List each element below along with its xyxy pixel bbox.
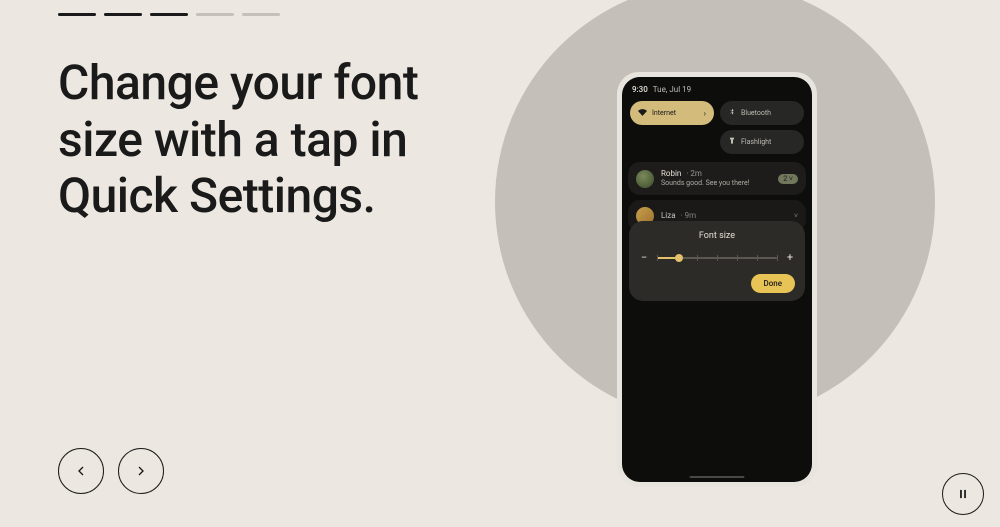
notification-time: 9m	[685, 211, 697, 220]
flashlight-icon	[728, 137, 736, 147]
notification-badge: 2 ˅	[778, 174, 798, 184]
bluetooth-icon	[728, 108, 736, 118]
heading-line: size with a tap in	[58, 111, 407, 168]
progress-segment	[196, 13, 234, 16]
chevron-down-icon: ˅	[794, 212, 798, 220]
status-date: Tue, Jul 19	[653, 85, 691, 94]
slider-thumb[interactable]	[675, 254, 683, 262]
notification-card[interactable]: Robin · 2m Sounds good. See you there! 2…	[628, 162, 806, 195]
increase-button[interactable]: +	[785, 251, 795, 264]
carousel-nav	[58, 448, 164, 494]
progress-segment	[150, 13, 188, 16]
chevron-right-icon: ›	[704, 109, 706, 118]
notification-body: Sounds good. See you there!	[661, 179, 771, 188]
qs-tile-label: Bluetooth	[741, 109, 771, 117]
home-indicator[interactable]	[690, 476, 745, 478]
wifi-icon	[638, 108, 647, 119]
page-heading: Change your font size with a tap in Quic…	[58, 55, 418, 225]
font-size-slider-row: − +	[639, 251, 795, 264]
progress-segment	[58, 13, 96, 16]
pause-icon	[956, 487, 970, 501]
next-button[interactable]	[118, 448, 164, 494]
qs-tile-internet[interactable]: Internet ›	[630, 101, 714, 125]
font-size-dialog: Font size − + Done	[629, 221, 805, 301]
dialog-title: Font size	[639, 231, 795, 241]
decrease-button[interactable]: −	[639, 251, 649, 264]
pause-button[interactable]	[942, 473, 984, 515]
notification-sender: Robin	[661, 169, 681, 178]
progress-segment	[104, 13, 142, 16]
notification-sender: Liza	[661, 211, 676, 220]
heading-line: Quick Settings.	[58, 167, 375, 224]
progress-segment	[242, 13, 280, 16]
chevron-left-icon	[73, 463, 89, 479]
notification-text: Robin · 2m Sounds good. See you there!	[661, 169, 771, 188]
phone-screen: 9:30 Tue, Jul 19 Internet › Bluetoo	[622, 77, 812, 482]
quick-settings-row: Internet › Bluetooth Flashlight	[622, 98, 812, 157]
chevron-right-icon	[133, 463, 149, 479]
avatar	[636, 170, 654, 188]
phone-frame: 9:30 Tue, Jul 19 Internet › Bluetoo	[617, 72, 817, 487]
progress-bar	[58, 13, 280, 16]
font-size-slider[interactable]	[657, 257, 777, 259]
notification-time: 2m	[690, 169, 702, 178]
prev-button[interactable]	[58, 448, 104, 494]
done-button[interactable]: Done	[751, 274, 796, 293]
heading-line: Change your font	[58, 54, 418, 111]
qs-tile-label: Flashlight	[741, 138, 771, 146]
status-time: 9:30	[632, 85, 648, 94]
qs-tile-bluetooth[interactable]: Bluetooth	[720, 101, 804, 125]
qs-tile-flashlight[interactable]: Flashlight	[720, 130, 804, 154]
qs-tile-label: Internet	[652, 109, 676, 117]
status-bar: 9:30 Tue, Jul 19	[622, 77, 812, 98]
